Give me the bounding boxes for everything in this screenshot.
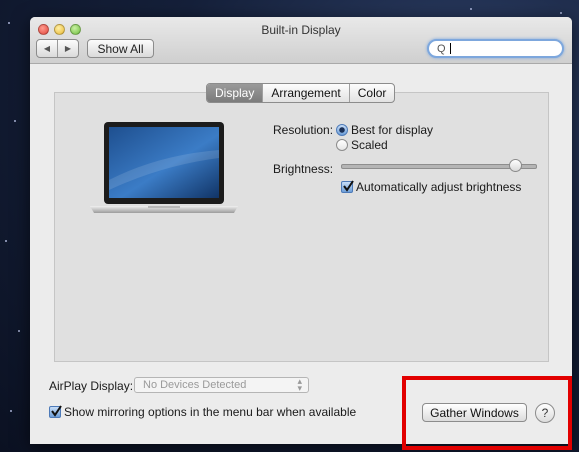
radio-scaled-label[interactable]: Scaled	[351, 138, 388, 152]
desktop-star	[14, 120, 16, 122]
auto-brightness-label[interactable]: Automatically adjust brightness	[356, 180, 521, 194]
resolution-label: Resolution:	[273, 123, 334, 137]
desktop-star	[5, 240, 7, 242]
title-bar: Built-in Display ◀ ▶ Show All Q	[30, 17, 572, 64]
tab-display[interactable]: Display	[207, 84, 263, 102]
popup-arrows-icon: ▴ ▾	[297, 376, 302, 393]
back-arrow-icon[interactable]: ◀	[37, 40, 57, 57]
search-field[interactable]: Q	[427, 39, 564, 58]
annotation-highlight-box	[402, 376, 572, 450]
radio-scaled[interactable]	[336, 139, 348, 151]
text-cursor	[450, 43, 451, 54]
search-icon: Q	[437, 43, 446, 55]
mirroring-label[interactable]: Show mirroring options in the menu bar w…	[64, 405, 356, 419]
desktop-star	[18, 330, 20, 332]
tab-bar: Display Arrangement Color	[206, 83, 396, 103]
auto-brightness-checkbox[interactable]	[341, 180, 354, 193]
back-forward-control: ◀ ▶	[36, 39, 79, 58]
airplay-display-value: No Devices Detected	[143, 379, 247, 391]
show-all-button[interactable]: Show All	[87, 39, 154, 58]
laptop-display-icon	[90, 122, 238, 213]
airplay-display-popup[interactable]: No Devices Detected ▴ ▾	[134, 377, 309, 393]
tab-arrangement[interactable]: Arrangement	[262, 84, 348, 102]
mirroring-checkbox[interactable]	[49, 405, 62, 418]
brightness-label: Brightness:	[273, 162, 334, 176]
desktop-star	[8, 22, 10, 24]
radio-best-for-display[interactable]	[336, 124, 348, 136]
checkmark-icon	[343, 180, 354, 192]
forward-arrow-icon[interactable]: ▶	[57, 40, 78, 57]
desktop-star	[470, 8, 472, 10]
checkmark-icon	[51, 405, 62, 417]
airplay-display-label: AirPlay Display:	[49, 379, 134, 393]
window-title: Built-in Display	[261, 23, 341, 37]
search-input[interactable]	[449, 42, 549, 55]
radio-best-for-display-label[interactable]: Best for display	[351, 123, 433, 137]
desktop-star	[10, 410, 12, 412]
brightness-slider-knob[interactable]	[509, 159, 523, 172]
tab-color[interactable]: Color	[348, 84, 395, 102]
desktop-star	[560, 12, 562, 14]
brightness-slider-track[interactable]	[341, 164, 537, 169]
